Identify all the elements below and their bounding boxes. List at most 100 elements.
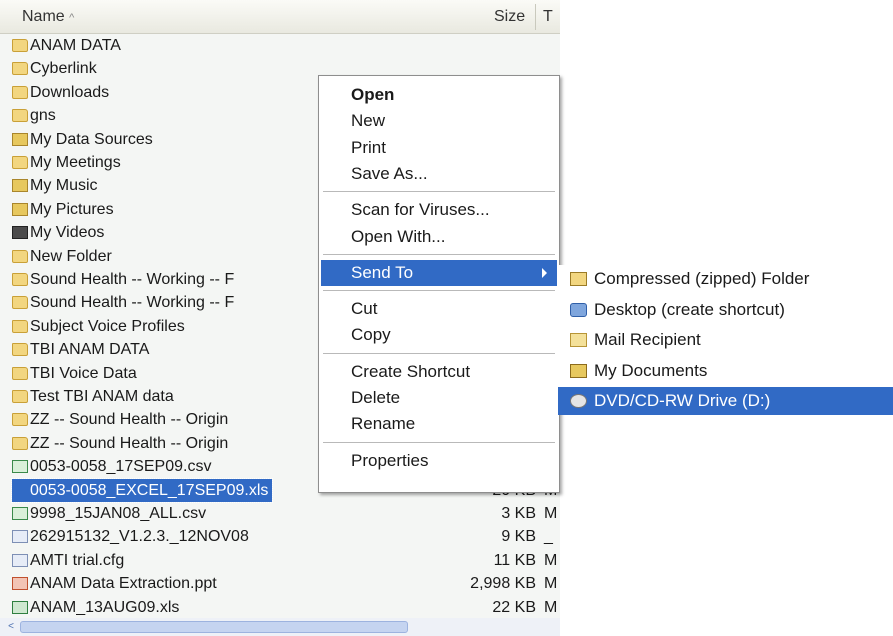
menu-item-properties[interactable]: Properties — [321, 448, 557, 474]
file-name: ZZ -- Sound Health -- Origin — [30, 434, 229, 452]
horizontal-scrollbar[interactable]: < — [0, 618, 560, 636]
menu-item-label: Scan for Viruses... — [351, 200, 490, 220]
file-name: 0053-0058_EXCEL_17SEP09.xls — [10, 477, 274, 503]
desktop-icon — [570, 302, 587, 317]
send-to-label: DVD/CD-RW Drive (D:) — [594, 391, 771, 410]
column-header-name[interactable]: Name ^ — [22, 8, 74, 26]
menu-item-delete[interactable]: Delete — [321, 385, 557, 411]
menu-separator — [323, 441, 555, 443]
send-to-my-documents[interactable]: My Documents — [558, 357, 893, 385]
menu-item-label: Properties — [351, 450, 429, 470]
send-to-dvd-cd-rw-drive-d[interactable]: DVD/CD-RW Drive (D:) — [558, 387, 893, 415]
file-type: M — [544, 551, 558, 569]
file-size: 9 KB — [501, 528, 536, 546]
file-type: M — [544, 598, 558, 616]
menu-item-send-to[interactable]: Send To — [321, 259, 557, 286]
file-size: 22 KB — [492, 598, 536, 616]
folder-row[interactable]: ANAM DATA — [0, 34, 560, 57]
menu-item-rename[interactable]: Rename — [321, 411, 557, 437]
file-name: AMTI trial.cfg — [30, 551, 125, 569]
column-header-type[interactable]: T — [543, 8, 553, 26]
file-name: gns — [30, 107, 56, 125]
file-name: My Meetings — [30, 154, 121, 171]
file-name: Downloads — [30, 83, 110, 101]
menu-item-save-as[interactable]: Save As... — [321, 161, 557, 187]
menu-separator — [323, 191, 555, 193]
file-size: 2,998 KB — [470, 575, 536, 593]
file-type: M — [544, 505, 558, 522]
mail-icon — [570, 333, 587, 347]
send-to-label: My Documents — [594, 360, 708, 380]
column-header-bar: Name ^ Size T — [0, 0, 560, 34]
file-name: 9998_15JAN08_ALL.csv — [30, 505, 207, 522]
file-name: ZZ -- Sound Health -- Origin — [30, 411, 229, 429]
send-to-label: Compressed (zipped) Folder — [594, 269, 810, 288]
send-to-desktop-create-shortcut[interactable]: Desktop (create shortcut) — [558, 296, 893, 324]
file-type: _ — [544, 528, 553, 546]
menu-item-scan-for-viruses[interactable]: Scan for Viruses... — [321, 197, 557, 223]
file-row[interactable]: ANAM_13AUG09.xls 22 KB M — [0, 596, 560, 619]
menu-item-open[interactable]: Open — [321, 82, 557, 108]
file-name: ANAM Data Extraction.ppt — [30, 575, 217, 593]
file-name: Subject Voice Profiles — [30, 317, 185, 335]
file-name: My Music — [30, 177, 98, 195]
context-menu: Open New Print Save As... Scan for Viruses..… — [318, 75, 560, 493]
scrollbar-thumb[interactable] — [20, 621, 408, 633]
my-documents-icon — [570, 363, 587, 378]
send-to-mail-recipient[interactable]: Mail Recipient — [558, 326, 893, 354]
menu-separator — [323, 352, 555, 354]
file-name: My Pictures — [30, 200, 114, 218]
submenu-arrow-icon — [542, 267, 547, 278]
sort-ascending-icon: ^ — [69, 12, 75, 24]
file-name: 262915132_V1.2.3._12NOV08 — [30, 528, 249, 546]
menu-item-cut[interactable]: Cut — [321, 296, 557, 322]
menu-item-label: Copy — [351, 325, 391, 345]
file-type: M — [544, 575, 558, 593]
menu-item-label: Send To — [351, 262, 414, 282]
menu-item-label: Cut — [351, 299, 378, 319]
dvd-drive-icon — [570, 394, 587, 408]
send-to-submenu: Compressed (zipped) Folder Desktop (creat… — [558, 265, 893, 415]
send-to-label: Mail Recipient — [594, 330, 701, 349]
menu-item-label: Delete — [351, 388, 401, 407]
file-name: TBI ANAM DATA — [30, 341, 150, 359]
file-row[interactable]: 9998_15JAN08_ALL.csv 3 KB M — [0, 502, 560, 525]
send-to-label: Desktop (create shortcut) — [594, 299, 785, 319]
file-name: New Folder — [30, 247, 112, 265]
menu-item-label: Create Shortcut — [351, 361, 471, 381]
menu-item-label: Save As... — [351, 163, 428, 183]
column-header-name-label: Name — [22, 8, 65, 25]
file-name: Cyberlink — [30, 60, 97, 78]
menu-item-label: Open — [351, 85, 395, 104]
file-size: 11 KB — [493, 551, 536, 569]
file-name: TBI Voice Data — [30, 364, 137, 382]
menu-separator — [323, 253, 555, 255]
menu-item-open-with[interactable]: Open With... — [321, 224, 557, 250]
menu-item-print[interactable]: Print — [321, 135, 557, 161]
send-to-compressed-zipped-folder[interactable]: Compressed (zipped) Folder — [558, 265, 893, 293]
file-name: ANAM DATA — [30, 37, 121, 54]
file-name: Test TBI ANAM data — [30, 388, 174, 405]
column-header-size[interactable]: Size — [494, 8, 525, 26]
file-name: My Videos — [30, 224, 105, 242]
file-row[interactable]: ANAM Data Extraction.ppt 2,998 KB M — [0, 572, 560, 595]
menu-item-new[interactable]: New — [321, 108, 557, 134]
menu-separator — [323, 290, 555, 292]
file-name: Sound Health -- Working -- F — [30, 271, 235, 288]
file-row[interactable]: 262915132_V1.2.3._12NOV08 9 KB _ — [0, 525, 560, 548]
column-divider[interactable] — [535, 4, 536, 30]
menu-item-create-shortcut[interactable]: Create Shortcut — [321, 359, 557, 385]
file-size: 3 KB — [501, 505, 536, 522]
file-row[interactable]: AMTI trial.cfg 11 KB M — [0, 549, 560, 572]
file-name: My Data Sources — [30, 130, 153, 148]
menu-item-label: New — [351, 111, 386, 131]
menu-item-copy[interactable]: Copy — [321, 322, 557, 348]
file-name: 0053-0058_17SEP09.csv — [30, 458, 212, 476]
file-name: Sound Health -- Working -- F — [30, 294, 235, 312]
menu-item-label: Open With... — [351, 226, 446, 246]
file-name: ANAM_13AUG09.xls — [30, 598, 180, 616]
menu-item-label: Print — [351, 137, 386, 157]
zip-folder-icon — [570, 272, 587, 286]
scroll-left-arrow-icon[interactable]: < — [4, 620, 18, 634]
menu-item-label: Rename — [351, 414, 416, 434]
